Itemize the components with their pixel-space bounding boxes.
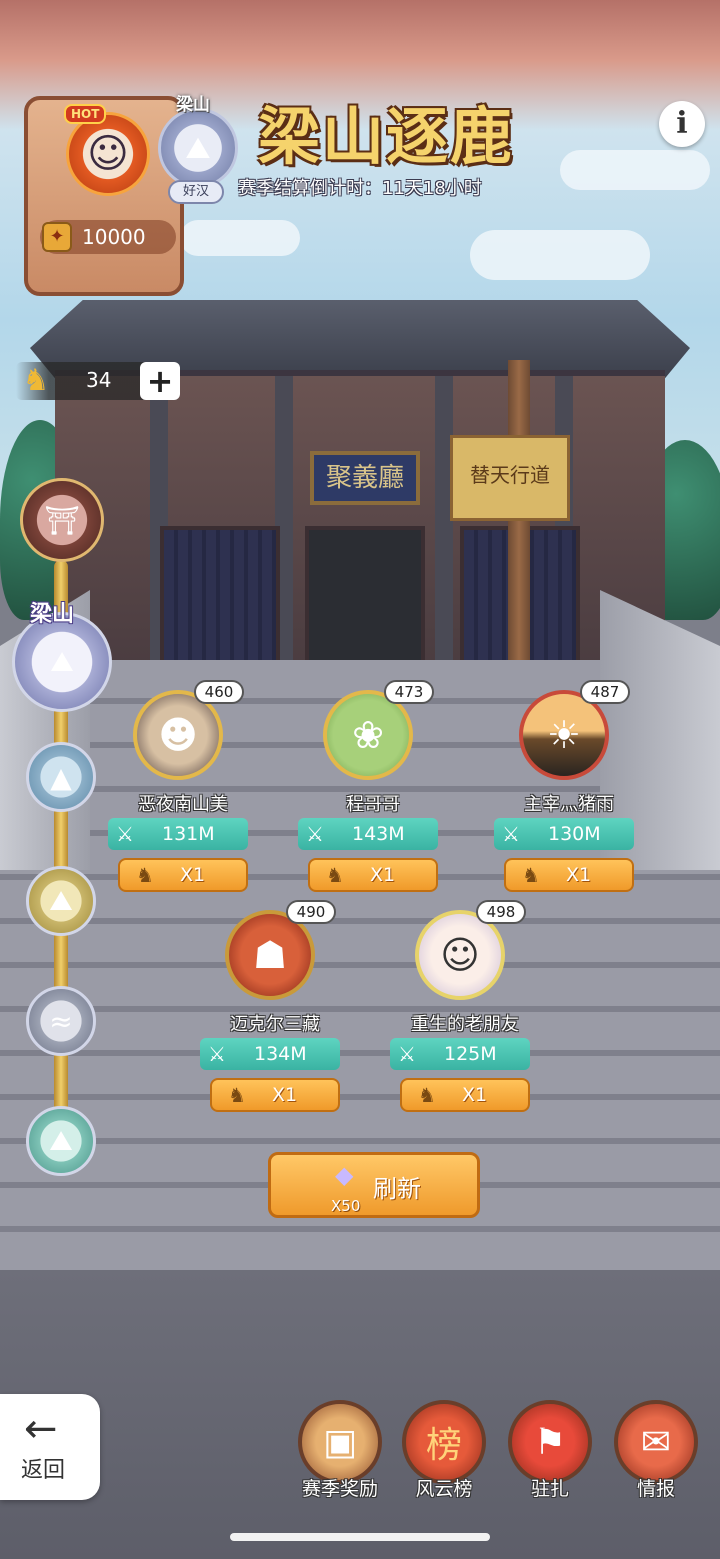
crossed-swords-icon: ⚔ <box>208 1042 226 1066</box>
opponent-name: 重生的老朋友 <box>411 1014 519 1035</box>
challenge-button[interactable]: ♞ X1 <box>118 858 248 892</box>
garrison-button[interactable]: ⚑ 驻扎 <box>500 1400 600 1504</box>
gem-icon: ◆ <box>335 1161 354 1189</box>
player-card[interactable]: ☺ HOT ✦ 10000 <box>24 96 184 296</box>
intel-button[interactable]: ✉ 情报 <box>606 1400 706 1504</box>
crossed-swords-icon: ⚔ <box>306 822 324 846</box>
menu-label: 驻扎 <box>530 1478 569 1500</box>
opponent-card[interactable]: ☀ 487 主宰灬猪雨 ⚔ 130M ♞ X1 <box>494 680 644 910</box>
back-label: 返回 <box>21 1458 66 1483</box>
power-value: 131M <box>162 823 215 845</box>
crossed-swords-icon: ⚔ <box>502 822 520 846</box>
horse-counter: ♞ 34 + <box>16 362 180 400</box>
info-button[interactable]: i <box>659 101 705 147</box>
opponent-name: 程哥哥 <box>346 794 400 815</box>
treasure-chest-icon: ▣ <box>298 1400 382 1484</box>
hall-banner: 替天行道 <box>450 435 570 521</box>
report-icon: ✉ <box>614 1400 698 1484</box>
rank-tag: 好汉 <box>168 180 224 204</box>
hall-plaque: 聚義廳 <box>310 451 420 505</box>
season-countdown: 赛季结算倒计时：11天18小时 <box>238 178 482 199</box>
menu-label: 赛季奖励 <box>301 1478 378 1500</box>
flag-icon: ⚑ <box>508 1400 592 1484</box>
opponent-level: 487 <box>580 680 630 704</box>
season-rewards-button[interactable]: ▣ 赛季奖励 <box>290 1400 390 1504</box>
power-value: 134M <box>254 1043 307 1065</box>
cloud <box>470 230 650 280</box>
menu-label: 风云榜 <box>415 1478 473 1500</box>
tier-peak-icon[interactable]: ▲ <box>26 742 96 812</box>
challenge-cost: X1 <box>272 1084 298 1106</box>
opponent-name: 恶夜南山美 <box>138 794 228 815</box>
back-arrow-icon: ← <box>24 1406 58 1452</box>
challenge-cost: X1 <box>566 864 592 886</box>
cloud <box>560 150 710 190</box>
back-button[interactable]: ← 返回 <box>0 1394 100 1500</box>
hall-entrance <box>305 526 425 666</box>
challenge-cost: X1 <box>180 864 206 886</box>
rank-emblem-icon[interactable]: ⛰ <box>158 108 238 188</box>
merit-token-icon: ✦ <box>42 222 72 252</box>
opponent-name: 迈克尔三藏 <box>230 1014 320 1035</box>
rank-name: 梁山 <box>176 95 210 115</box>
refresh-label: 刷新 <box>373 1175 421 1203</box>
challenge-button[interactable]: ♞ X1 <box>400 1078 530 1112</box>
merit-token-balance: ✦ 10000 <box>40 220 176 254</box>
game-title: 梁山逐鹿 <box>258 100 515 173</box>
opponent-name: 主宰灬猪雨 <box>524 794 614 815</box>
pillar <box>435 376 453 676</box>
golden-horse-icon: ♞ <box>418 1083 436 1107</box>
hall-door <box>160 526 280 666</box>
golden-horse-icon: ♞ <box>22 363 50 398</box>
loyalty-hall: 聚義廳 <box>55 370 665 676</box>
coin-amount: 10000 <box>82 225 146 249</box>
golden-horse-icon: ♞ <box>326 863 344 887</box>
opponent-power: ⚔ 134M <box>200 1038 340 1070</box>
opponent-level: 460 <box>194 680 244 704</box>
opponent-power: ⚔ 143M <box>298 818 438 850</box>
cloud <box>180 220 300 256</box>
leaderboard-button[interactable]: 榜 风云榜 <box>394 1400 494 1504</box>
challenge-button[interactable]: ♞ X1 <box>308 858 438 892</box>
hot-badge: HOT <box>64 104 107 124</box>
golden-horse-icon: ♞ <box>522 863 540 887</box>
scroll-rank-icon: 榜 <box>402 1400 486 1484</box>
opponent-card[interactable]: ☗ 490 迈克尔三藏 ⚔ 134M ♞ X1 <box>200 900 350 1130</box>
opponent-power: ⚔ 131M <box>108 818 248 850</box>
opponent-power: ⚔ 130M <box>494 818 634 850</box>
opponent-level: 473 <box>384 680 434 704</box>
tier-palace-icon[interactable]: ⛩ <box>20 478 104 562</box>
horse-count: 34 <box>86 368 112 392</box>
challenge-cost: X1 <box>462 1084 488 1106</box>
power-value: 125M <box>444 1043 497 1065</box>
opponent-card[interactable]: ❀ 473 程哥哥 ⚔ 143M ♞ X1 <box>298 680 448 910</box>
opponent-card[interactable]: ☻ 460 恶夜南山美 ⚔ 131M ♞ X1 <box>108 680 258 910</box>
challenge-button[interactable]: ♞ X1 <box>210 1078 340 1112</box>
crossed-swords-icon: ⚔ <box>398 1042 416 1066</box>
tier-hill-icon[interactable]: ⛰ <box>26 1106 96 1176</box>
player-avatar[interactable]: ☺ <box>66 112 150 196</box>
opponent-card[interactable]: ☺ 498 重生的老朋友 ⚔ 125M ♞ X1 <box>390 900 540 1130</box>
power-value: 130M <box>548 823 601 845</box>
tier-mountain-icon[interactable]: ⛰ <box>26 866 96 936</box>
current-tier-label: 梁山 <box>30 602 75 627</box>
menu-label: 情报 <box>636 1478 675 1500</box>
challenge-cost: X1 <box>370 864 396 886</box>
refresh-button[interactable]: ◆ 刷新 X50 <box>268 1152 480 1218</box>
crossed-swords-icon: ⚔ <box>116 822 134 846</box>
golden-horse-icon: ♞ <box>228 1083 246 1107</box>
opponent-level: 490 <box>286 900 336 924</box>
challenge-button[interactable]: ♞ X1 <box>504 858 634 892</box>
add-horse-button[interactable]: + <box>140 362 180 400</box>
tier-wave-icon[interactable]: ≈ <box>26 986 96 1056</box>
home-indicator[interactable] <box>230 1533 490 1541</box>
opponent-level: 498 <box>476 900 526 924</box>
banner-pole <box>508 360 530 690</box>
refresh-cost: X50 <box>331 1197 361 1215</box>
golden-horse-icon: ♞ <box>136 863 154 887</box>
power-value: 143M <box>352 823 405 845</box>
opponent-power: ⚔ 125M <box>390 1038 530 1070</box>
